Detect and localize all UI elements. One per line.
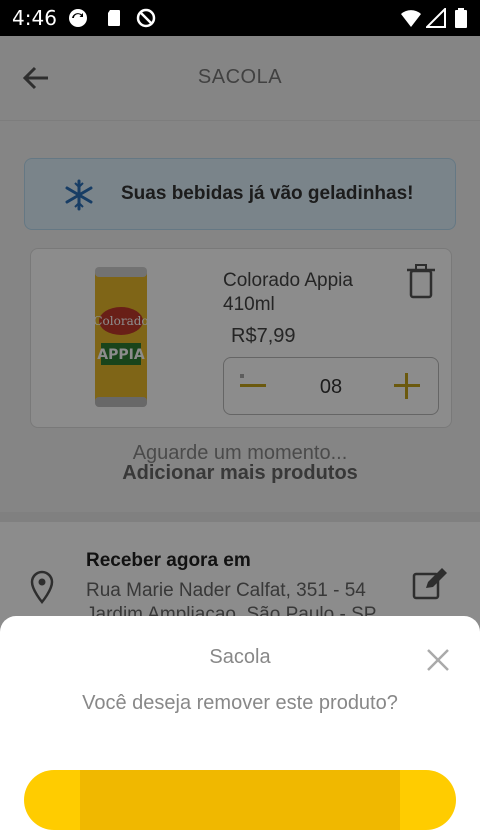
- dialog-question: Você deseja remover este produto?: [82, 692, 398, 714]
- battery-icon: [455, 8, 467, 28]
- status-time: 4:46: [12, 6, 57, 30]
- status-bar: 4:46: [0, 0, 480, 36]
- close-icon[interactable]: [424, 646, 452, 674]
- confirm-remove-button[interactable]: [24, 770, 456, 830]
- wifi-icon: [401, 10, 421, 27]
- do-not-disturb-icon: [136, 8, 156, 28]
- dialog-title: Sacola: [209, 646, 271, 668]
- cell-signal-icon: [426, 8, 446, 28]
- sync-icon: [69, 9, 87, 27]
- sd-card-icon: [108, 10, 120, 26]
- remove-product-dialog: Sacola Você deseja remover este produto?: [0, 616, 480, 830]
